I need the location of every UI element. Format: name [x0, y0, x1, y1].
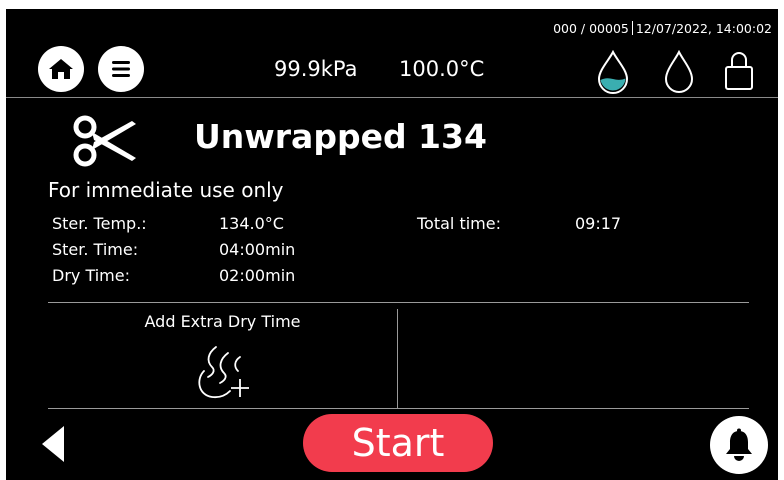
options-top-divider	[48, 302, 749, 303]
header-divider	[6, 97, 778, 98]
ster-time-value: 04:00min	[219, 240, 296, 259]
total-time-value: 09:17	[575, 214, 622, 233]
home-icon	[49, 59, 73, 79]
autoclave-screen: 000 / 00005 12/07/2022, 14:00:02 99.9kPa …	[6, 9, 778, 480]
cycle-counter: 000 / 00005	[553, 21, 629, 36]
start-button[interactable]: Start	[303, 414, 493, 472]
lock-icon[interactable]	[724, 49, 754, 91]
ster-temp-label: Ster. Temp.:	[52, 214, 147, 233]
back-arrow-icon[interactable]	[40, 424, 66, 464]
add-extra-dry-time-button[interactable]: Add Extra Dry Time	[48, 309, 397, 408]
options-vertical-divider	[397, 309, 398, 409]
program-title: Unwrapped 134	[194, 117, 487, 156]
scissors-icon	[73, 115, 136, 167]
menu-button[interactable]	[98, 46, 144, 92]
steam-add-icon	[198, 346, 249, 399]
add-extra-dry-time-label: Add Extra Dry Time	[144, 312, 301, 331]
footer-divider	[48, 408, 749, 409]
ster-temp-value: 134.0°C	[219, 214, 284, 233]
dry-time-label: Dry Time:	[52, 266, 130, 285]
program-subtitle: For immediate use only	[48, 178, 284, 202]
total-time-label: Total time:	[417, 214, 501, 233]
status-bar: 000 / 00005 12/07/2022, 14:00:02	[553, 21, 772, 36]
ster-time-label: Ster. Time:	[52, 240, 139, 259]
bell-icon	[726, 428, 752, 461]
menu-icon	[112, 61, 130, 77]
pressure-readout: 99.9kPa	[274, 57, 358, 81]
water-drop-outline-icon	[664, 50, 694, 93]
dry-time-value: 02:00min	[219, 266, 296, 285]
home-button[interactable]	[38, 46, 84, 92]
datetime: 12/07/2022, 14:00:02	[635, 21, 772, 36]
alarm-bell-button[interactable]	[710, 416, 768, 474]
temperature-readout: 100.0°C	[399, 57, 485, 81]
status-divider	[631, 21, 633, 35]
water-drop-filled-icon	[597, 50, 629, 94]
